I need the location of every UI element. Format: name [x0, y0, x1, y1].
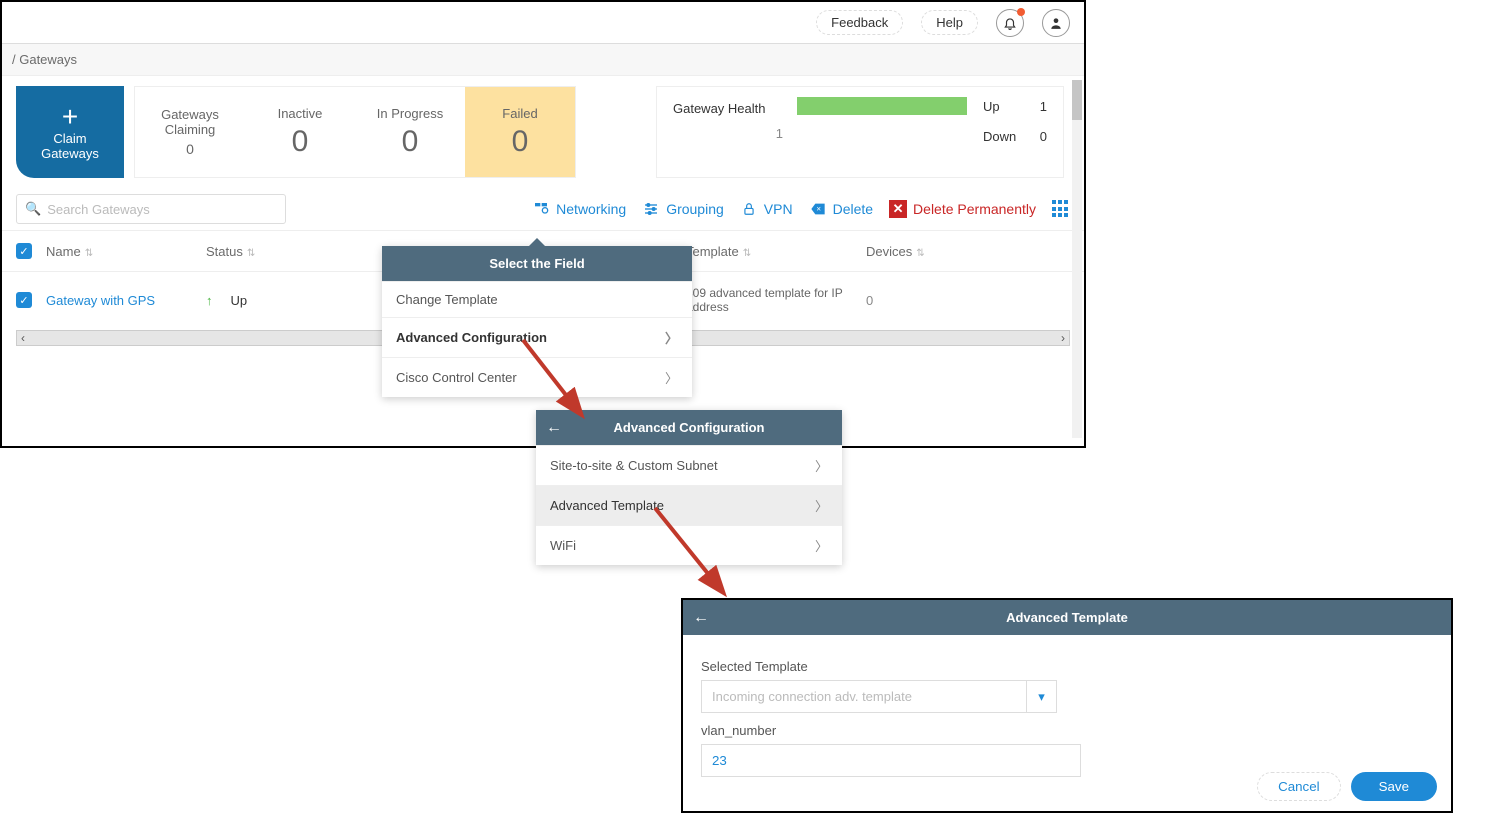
- health-title: Gateway Health: [673, 101, 783, 116]
- menu-cisco-control-center[interactable]: Cisco Control Center〉: [382, 357, 692, 397]
- scroll-thumb[interactable]: [1072, 80, 1082, 120]
- metric-label: Failed: [502, 106, 537, 121]
- select-all-checkbox[interactable]: ✓: [16, 243, 32, 259]
- template-select[interactable]: Incoming connection adv. template ▾: [701, 680, 1057, 713]
- search-input[interactable]: 🔍 Search Gateways: [16, 194, 286, 224]
- form-area: Selected Template Incoming connection ad…: [683, 635, 1451, 791]
- chevron-right-icon: 〉: [815, 536, 828, 555]
- row-devices: 0: [866, 293, 946, 308]
- metric-label: Inactive: [278, 106, 323, 121]
- footer-buttons: Cancel Save: [1257, 772, 1437, 801]
- dropdown-toggle-icon[interactable]: ▾: [1027, 680, 1057, 713]
- chevron-right-icon: 〉: [815, 456, 828, 475]
- table-toolbar: 🔍 Search Gateways Networking Grouping VP…: [2, 188, 1084, 230]
- cancel-button[interactable]: Cancel: [1257, 772, 1341, 801]
- networking-button[interactable]: Networking: [532, 200, 626, 218]
- caret-up-icon: [529, 238, 545, 246]
- breadcrumb: / Gateways: [2, 44, 1084, 76]
- metric-claiming[interactable]: Gateways Claiming 0: [135, 87, 245, 177]
- sort-icon: ⇅: [247, 248, 255, 259]
- advanced-template-panel: ← Advanced Template Selected Template In…: [681, 598, 1453, 813]
- metric-value: 0: [292, 125, 309, 159]
- select-field-popover: Select the Field Change Template Advance…: [382, 246, 692, 397]
- metric-inprogress[interactable]: In Progress 0: [355, 87, 465, 177]
- health-up-bar: [797, 97, 967, 115]
- health-up-label: Up: [983, 99, 1000, 114]
- chevron-right-icon: 〉: [665, 368, 678, 387]
- health-total: 1: [673, 126, 783, 141]
- metrics-group: Gateways Claiming 0 Inactive 0 In Progre…: [134, 86, 576, 178]
- vlan-number-input[interactable]: [701, 744, 1081, 777]
- up-arrow-icon: ↑: [206, 293, 213, 308]
- save-button[interactable]: Save: [1351, 772, 1437, 801]
- vertical-scrollbar[interactable]: [1072, 80, 1082, 438]
- gateway-name-link[interactable]: Gateway with GPS: [46, 293, 206, 308]
- menu-wifi[interactable]: WiFi〉: [536, 525, 842, 565]
- help-button[interactable]: Help: [921, 10, 978, 35]
- sliders-icon: [642, 200, 660, 218]
- menu-change-template[interactable]: Change Template: [382, 281, 692, 317]
- menu-site-to-site[interactable]: Site-to-site & Custom Subnet〉: [536, 445, 842, 485]
- row-status: ↑Up: [206, 293, 366, 308]
- row-template: 809 advanced template for IP address: [686, 286, 866, 314]
- selected-template-label: Selected Template: [701, 659, 1433, 674]
- delete-button[interactable]: × Delete: [809, 200, 873, 218]
- row-checkbox[interactable]: ✓: [16, 292, 32, 308]
- popover-title: Select the Field: [382, 246, 692, 281]
- gateways-window: Feedback Help / Gateways + Claim Gateway…: [0, 0, 1086, 448]
- health-down-value: 0: [1040, 129, 1047, 144]
- chevron-right-icon[interactable]: ›: [1061, 331, 1065, 345]
- popover-title: ← Advanced Configuration: [536, 410, 842, 445]
- col-name[interactable]: Name⇅: [46, 244, 206, 259]
- metric-value: 0: [402, 125, 419, 159]
- feedback-button[interactable]: Feedback: [816, 10, 903, 35]
- vpn-button[interactable]: VPN: [740, 200, 793, 218]
- col-devices[interactable]: Devices⇅: [866, 244, 946, 259]
- sort-icon: ⇅: [85, 248, 93, 259]
- panel-header: ← Advanced Template: [683, 600, 1451, 635]
- apps-grid-icon[interactable]: [1052, 200, 1070, 218]
- networking-icon: [532, 200, 550, 218]
- col-template[interactable]: Template⇅: [686, 244, 866, 259]
- chevron-right-icon: 〉: [815, 496, 828, 515]
- health-down-label: Down: [983, 129, 1016, 144]
- delete-permanently-button[interactable]: ✕ Delete Permanently: [889, 200, 1036, 218]
- sort-icon: ⇅: [916, 248, 924, 259]
- metric-label: Gateways Claiming: [135, 107, 245, 137]
- search-icon: 🔍: [25, 201, 41, 217]
- col-status[interactable]: Status⇅: [206, 244, 366, 259]
- plus-icon: +: [62, 103, 78, 131]
- topbar: Feedback Help: [2, 2, 1084, 44]
- vlan-number-label: vlan_number: [701, 723, 1433, 738]
- chevron-right-icon: 〉: [665, 328, 678, 347]
- metric-label: In Progress: [377, 106, 443, 121]
- delete-x-icon: ✕: [889, 200, 907, 218]
- back-arrow-icon[interactable]: ←: [693, 609, 709, 627]
- metric-inactive[interactable]: Inactive 0: [245, 87, 355, 177]
- chevron-left-icon[interactable]: ‹: [21, 331, 25, 345]
- metric-failed[interactable]: Failed 0: [465, 87, 575, 177]
- lock-icon: [740, 200, 758, 218]
- back-arrow-icon[interactable]: ←: [546, 419, 562, 437]
- user-avatar-icon[interactable]: [1042, 9, 1070, 37]
- claim-label-2: Gateways: [41, 146, 99, 161]
- sort-icon: ⇅: [743, 248, 751, 259]
- claim-label-1: Claim: [53, 131, 86, 146]
- health-up-value: 1: [1040, 99, 1047, 114]
- gateway-health-card: Gateway Health 1 Up 1 Down 0: [656, 86, 1064, 178]
- metric-value: 0: [186, 141, 194, 157]
- menu-advanced-configuration[interactable]: Advanced Configuration〉: [382, 317, 692, 357]
- advanced-configuration-popover: ← Advanced Configuration Site-to-site & …: [536, 410, 842, 565]
- search-placeholder: Search Gateways: [47, 202, 150, 217]
- delete-icon: ×: [809, 200, 827, 218]
- notification-dot-icon: [1017, 8, 1025, 16]
- summary-row: + Claim Gateways Gateways Claiming 0 Ina…: [2, 76, 1084, 188]
- svg-text:×: ×: [816, 205, 821, 214]
- metric-value: 0: [512, 125, 529, 159]
- template-select-value: Incoming connection adv. template: [701, 680, 1027, 713]
- grouping-button[interactable]: Grouping: [642, 200, 724, 218]
- menu-advanced-template[interactable]: Advanced Template〉: [536, 485, 842, 525]
- notification-bell-icon[interactable]: [996, 9, 1024, 37]
- claim-gateways-button[interactable]: + Claim Gateways: [16, 86, 124, 178]
